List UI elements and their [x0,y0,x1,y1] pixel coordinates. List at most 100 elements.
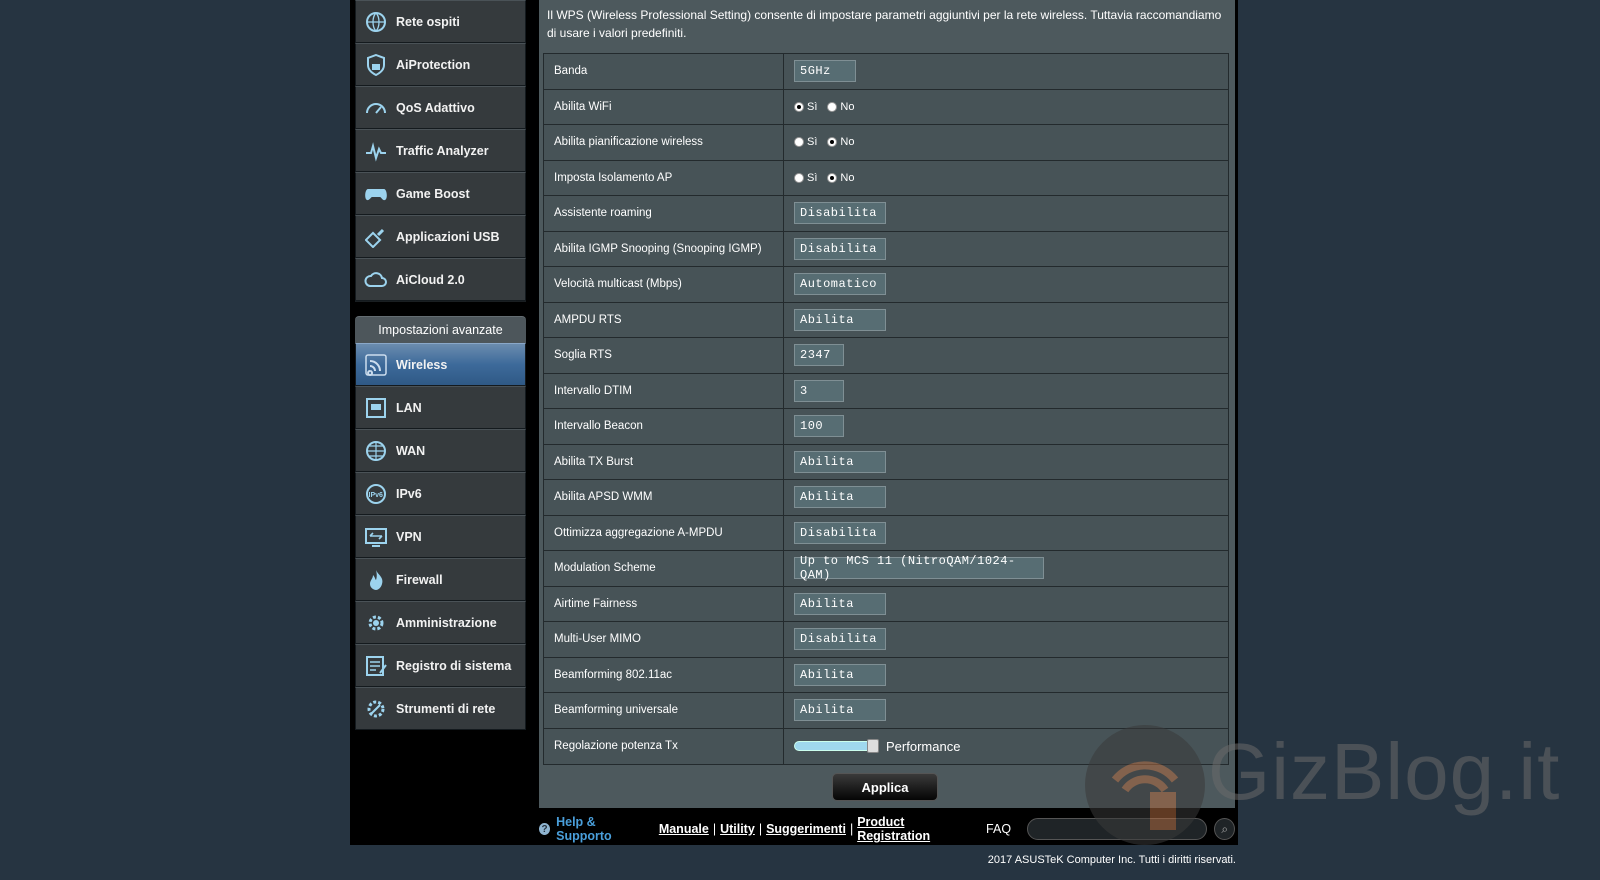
setting-row-mumimo: Multi-User MIMO Disabilita [544,622,1228,658]
setting-row-beacon: Intervallo Beacon 100 [544,409,1228,445]
ipv6-icon: IPv6 [364,482,388,506]
radio-dot [827,137,838,148]
fire-icon [364,568,388,592]
rts-input[interactable]: 2347 [794,344,844,367]
radio-dot [794,172,804,183]
sidebar-item-applicazioni-usb[interactable]: Applicazioni USB [355,215,526,258]
vpn-icon [364,525,388,549]
help-label: Help & Supporto [556,815,612,843]
setting-row-ampdu-rts: AMPDU RTS Abilita [544,302,1228,338]
help-support: ? Help & Supporto [539,815,647,843]
ampdu-rts-select[interactable]: Abilita [794,308,886,331]
sidebar-item-label: AiProtection [396,57,471,72]
sidebar-item-label: Amministrazione [396,615,497,630]
sidebar-item-label: AiCloud 2.0 [396,272,465,287]
search-icon[interactable]: ⌕ [1214,818,1235,840]
log-icon [364,654,388,678]
lan-icon [364,396,388,420]
setting-label: Banda [544,54,784,89]
gauge-icon [364,96,388,120]
beacon-input[interactable]: 100 [794,415,844,438]
sidebar-item-label: QoS Adattivo [396,100,475,115]
sidebar-item-qos[interactable]: QoS Adattivo [355,86,526,129]
setting-label: Abilita APSD WMM [544,480,784,515]
setting-label: Imposta Isolamento AP [544,160,784,195]
sidebar-item-game-boost[interactable]: Game Boost [355,172,526,215]
bf-ac-select[interactable]: Abilita [794,663,886,686]
sidebar-item-label: VPN [396,529,422,544]
sidebar-item-wan[interactable]: WAN [355,429,526,472]
setting-row-multicast: Velocità multicast (Mbps) Automatico [544,267,1228,303]
wifi-icon [364,353,388,377]
suggestions-link[interactable]: Suggerimenti [766,822,846,836]
radio-label: Sì [807,171,818,184]
schedule-yes-radio[interactable]: Sì [794,136,817,148]
utility-link[interactable]: Utility [720,822,755,836]
sidebar-item-firewall[interactable]: Firewall [355,558,526,601]
sidebar-item-label: Traffic Analyzer [396,143,489,158]
heartbeat-icon [364,139,388,163]
igmp-select[interactable]: Disabilita [794,237,886,260]
apsd-select[interactable]: Abilita [794,486,886,509]
band-select[interactable]: 5GHz [794,60,856,83]
product-registration-link[interactable]: Product Registration [857,815,972,843]
mumimo-select[interactable]: Disabilita [794,628,886,651]
faq-search-input[interactable] [1027,818,1208,840]
sidebar-item-registro[interactable]: Registro di sistema [355,644,526,687]
radio-label: No [840,100,855,113]
roaming-select[interactable]: Disabilita [794,202,886,225]
separator: | [712,822,717,836]
wifi-no-radio[interactable]: No [827,101,854,113]
sidebar-item-lan[interactable]: LAN [355,386,526,429]
txpower-slider[interactable] [794,739,879,754]
sidebar-item-aiprotection[interactable]: AiProtection [355,43,526,86]
sidebar-item-wireless[interactable]: Wireless [355,343,526,386]
gear-person-icon [364,611,388,635]
setting-label: Multi-User MIMO [544,622,784,657]
wifi-yes-radio[interactable]: Sì [794,101,817,113]
ampdu-opt-select[interactable]: Disabilita [794,521,886,544]
radio-label: No [840,136,855,149]
setting-label: Beamforming 802.11ac [544,657,784,692]
setting-row-ampdu-opt: Ottimizza aggregazione A-MPDU Disabilita [544,515,1228,551]
sidebar-item-strumenti[interactable]: Strumenti di rete [355,687,526,730]
apply-button[interactable]: Applica [832,773,938,801]
ap-isolation-no-radio[interactable]: No [827,172,854,184]
settings-table: Banda 5GHz Abilita WiFi Sì No Abilita pi… [543,53,1229,765]
cloud-icon [364,268,388,292]
setting-label: Intervallo Beacon [544,409,784,444]
faq-label: FAQ [986,822,1012,836]
separator: | [758,822,763,836]
sidebar-item-label: Applicazioni USB [396,229,500,244]
multicast-select[interactable]: Automatico [794,273,886,296]
manual-link[interactable]: Manuale [659,822,709,836]
airtime-select[interactable]: Abilita [794,592,886,615]
watermark-text: GizBlog.it [1208,727,1561,816]
setting-row-ap-isolation: Imposta Isolamento AP Sì No [544,160,1228,196]
sidebar-general-group: Rete ospiti AiProtection QoS Adattivo Tr… [355,0,526,302]
ap-isolation-yes-radio[interactable]: Sì [794,172,817,184]
copyright: 2017 ASUSTeK Computer Inc. Tutti i dirit… [987,854,1236,866]
sidebar-item-vpn[interactable]: VPN [355,515,526,558]
sidebar-item-traffic-analyzer[interactable]: Traffic Analyzer [355,129,526,172]
slider-knob[interactable] [867,739,879,754]
setting-row-wifi: Abilita WiFi Sì No [544,89,1228,125]
sidebar-item-rete-ospiti[interactable]: Rete ospiti [355,0,526,43]
setting-row-roaming: Assistente roaming Disabilita [544,196,1228,232]
modulation-select[interactable]: Up to MCS 11 (NitroQAM/1024-QAM) [794,554,1044,582]
svg-text:IPv6: IPv6 [369,492,384,499]
sidebar-item-aicloud[interactable]: AiCloud 2.0 [355,258,526,301]
setting-row-modulation: Modulation Scheme Up to MCS 11 (NitroQAM… [544,551,1228,587]
sidebar-item-label: Rete ospiti [396,14,460,29]
sidebar-item-label: Game Boost [396,186,470,201]
setting-row-apsd: Abilita APSD WMM Abilita [544,480,1228,516]
sidebar-item-ipv6[interactable]: IPv6 IPv6 [355,472,526,515]
sidebar-item-label: LAN [396,400,422,415]
sidebar-item-amministrazione[interactable]: Amministrazione [355,601,526,644]
footer: ? Help & Supporto Manuale | Utility | Sugg… [539,815,1235,843]
setting-label: Beamforming universale [544,693,784,728]
dtim-input[interactable]: 3 [794,379,844,402]
tx-burst-select[interactable]: Abilita [794,450,886,473]
schedule-no-radio[interactable]: No [827,136,854,148]
bf-uni-select[interactable]: Abilita [794,699,886,722]
